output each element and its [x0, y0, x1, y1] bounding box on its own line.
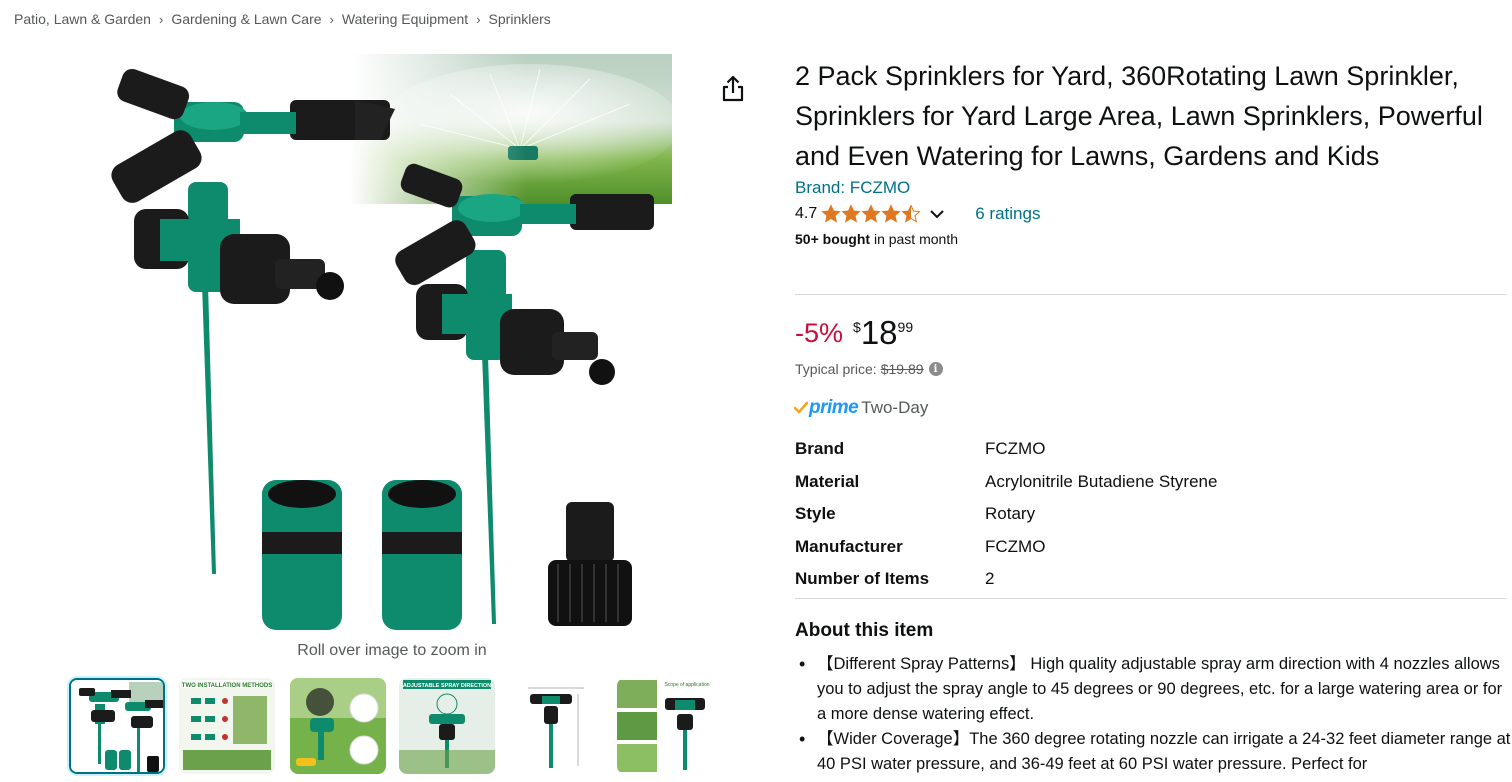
- divider: [795, 598, 1507, 599]
- ratings-count-link[interactable]: 6 ratings: [975, 204, 1040, 224]
- bought-info: 50+ bought in past month: [795, 231, 1512, 247]
- breadcrumb-separator: ›: [158, 11, 164, 27]
- breadcrumb-separator: ›: [476, 11, 481, 27]
- typical-price-value: $19.89: [880, 361, 924, 377]
- discount-percent: -5%: [795, 318, 844, 348]
- about-bullets: 【Different Spray Patterns】 High quality …: [795, 652, 1512, 777]
- rating-row: 4.7 6 ratings: [795, 202, 1512, 226]
- prime-check-icon: [794, 401, 808, 414]
- share-icon[interactable]: [719, 74, 747, 104]
- info-icon[interactable]: i: [928, 362, 943, 376]
- thumbnail-6[interactable]: Scope of application: [617, 678, 713, 774]
- thumbnail-2-caption: TWO INSTALLATION METHODS: [182, 683, 272, 689]
- thumbnail-3[interactable]: [290, 678, 386, 774]
- brand-link[interactable]: Brand: FCZMO: [795, 178, 1512, 198]
- product-info: 2 Pack Sprinklers for Yard, 360Rotating …: [795, 56, 1512, 247]
- zoom-hint: Roll over image to zoom in: [297, 642, 487, 659]
- spec-key: Style: [795, 504, 836, 524]
- spec-row: Style Rotary: [795, 498, 1217, 531]
- bought-suffix: in past month: [870, 231, 958, 247]
- price-currency: $: [853, 319, 861, 335]
- typical-price-label: Typical price:: [795, 361, 877, 377]
- thumbnail-1[interactable]: [69, 678, 165, 774]
- prime-label: prime: [809, 397, 859, 418]
- thumbnail-4-caption: ADJUSTABLE SPRAY DIRECTION: [403, 683, 491, 689]
- rating-value: 4.7: [795, 205, 818, 222]
- prime-badge: prime Two-Day: [794, 397, 928, 419]
- thumbnail-5[interactable]: [508, 678, 604, 774]
- thumbnail-2[interactable]: TWO INSTALLATION METHODS: [179, 678, 275, 774]
- price-row: -5% $ 18 99: [795, 314, 913, 352]
- price-fraction: 99: [897, 319, 914, 335]
- about-title: About this item: [795, 620, 934, 641]
- spec-key: Material: [795, 471, 860, 491]
- thumbnail-6-caption: Scope of application: [664, 682, 709, 688]
- spec-value: 2: [985, 569, 995, 589]
- breadcrumb-separator: ›: [329, 11, 334, 27]
- product-title: 2 Pack Sprinklers for Yard, 360Rotating …: [795, 61, 1483, 171]
- typical-price: Typical price: $19.89 i: [795, 361, 943, 377]
- spec-value: FCZMO: [985, 439, 1046, 459]
- divider: [795, 294, 1507, 295]
- spec-row: Material Acrylonitrile Butadiene Styrene: [795, 466, 1217, 499]
- breadcrumb-item-patio[interactable]: Patio, Lawn & Garden: [14, 11, 151, 27]
- breadcrumb-item-sprinklers[interactable]: Sprinklers: [489, 11, 551, 27]
- spec-key: Brand: [795, 439, 845, 459]
- chevron-down-icon[interactable]: [929, 206, 945, 222]
- spec-value: FCZMO: [985, 536, 1046, 556]
- breadcrumb-item-gardening[interactable]: Gardening & Lawn Care: [171, 11, 321, 27]
- spec-value: Rotary: [985, 504, 1036, 524]
- stars-icon: [822, 205, 921, 223]
- thumbnail-4[interactable]: ADJUSTABLE SPRAY DIRECTION: [399, 678, 495, 774]
- breadcrumb-item-watering[interactable]: Watering Equipment: [342, 11, 468, 27]
- spec-row: Brand FCZMO: [795, 433, 1217, 466]
- spec-value: Acrylonitrile Butadiene Styrene: [985, 471, 1218, 491]
- spec-row: Manufacturer FCZMO: [795, 531, 1217, 564]
- main-product-image[interactable]: [90, 54, 672, 634]
- breadcrumb: Patio, Lawn & Garden › Gardening & Lawn …: [14, 11, 551, 27]
- list-item: 【Wider Coverage】The 360 degree rotating …: [795, 727, 1512, 777]
- prime-speed: Two-Day: [861, 398, 929, 417]
- current-price: $ 18 99: [853, 314, 913, 352]
- spec-key: Manufacturer: [795, 536, 903, 556]
- spec-key: Number of Items: [795, 569, 930, 589]
- list-item: 【Different Spray Patterns】 High quality …: [795, 652, 1512, 727]
- spec-table: Brand FCZMO Material Acrylonitrile Butad…: [795, 433, 1217, 596]
- bought-count: 50+ bought: [795, 231, 871, 247]
- star-rating[interactable]: [821, 204, 921, 224]
- price-whole: 18: [860, 314, 898, 351]
- spec-row: Number of Items 2: [795, 563, 1217, 596]
